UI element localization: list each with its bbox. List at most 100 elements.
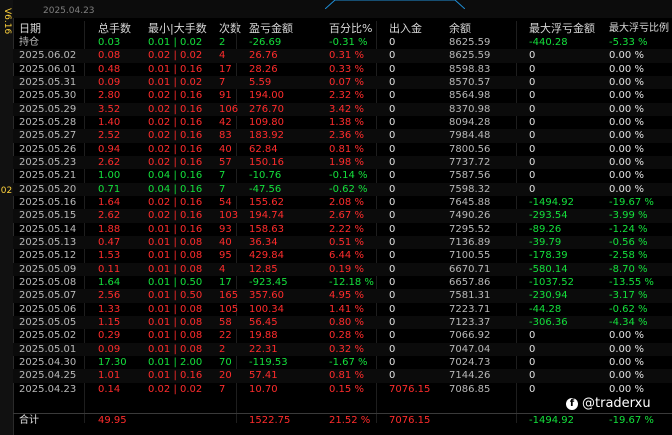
header-cash-flow: 出入金 — [389, 22, 422, 35]
cell-balance: 8570.57 — [449, 76, 491, 88]
cell-max-drawdown-pct: 0.00 % — [609, 170, 644, 182]
cell-total-lots: 2.52 — [98, 130, 121, 142]
cell-min-max-lots: 0.02 | 0.16 — [148, 116, 203, 128]
cell-count: 2 — [219, 343, 226, 355]
cell-percent: 0.07 % — [329, 76, 364, 88]
cell-percent: -1.67 % — [329, 356, 368, 368]
cell-pnl: 183.92 — [249, 130, 284, 142]
cell-total-lots: 2.62 — [98, 210, 121, 222]
cell-pnl: -10.76 — [249, 170, 282, 182]
cell-max-drawdown-pct: 0.00 % — [609, 76, 644, 88]
cell-balance: 7490.26 — [449, 210, 491, 222]
cell-count: 7 — [219, 76, 226, 88]
cell-max-drawdown-pct: 0.00 % — [609, 156, 644, 168]
cell-max-drawdown: 0 — [529, 76, 536, 88]
cell-balance: 8370.98 — [449, 103, 491, 115]
hexagon-outline-icon — [325, 0, 465, 9]
cell-percent: 0.81 % — [329, 370, 364, 382]
cell-cash-flow: 0 — [389, 116, 396, 128]
cell-max-drawdown-pct: 0.00 % — [609, 116, 644, 128]
cell-max-drawdown: 0 — [529, 90, 536, 102]
cell-date: 持仓 — [19, 37, 39, 48]
cell-max-drawdown-pct: 0.00 % — [609, 356, 644, 368]
cell-percent: 0.15 % — [329, 383, 364, 395]
cell-date: 2025.05.09 — [19, 263, 77, 275]
cell-balance: 7024.73 — [449, 356, 491, 368]
cell-pnl: 56.45 — [249, 316, 278, 328]
cell-percent: 0.31 % — [329, 50, 364, 62]
cell-total-lots: 2.80 — [98, 90, 121, 102]
cell-percent: 0.32 % — [329, 343, 364, 355]
cell-min-max-lots: 0.02 | 0.16 — [148, 143, 203, 155]
cell-date: 2025.05.29 — [19, 103, 77, 115]
cell-max-drawdown-pct: 0.00 % — [609, 383, 644, 395]
facebook-icon: f — [566, 397, 578, 410]
header-balance: 余额 — [449, 22, 471, 35]
cell-total-lots: 1.64 — [98, 196, 121, 208]
cell-max-drawdown: 0 — [529, 143, 536, 155]
cell-count: 57 — [219, 156, 232, 168]
table-row: 2025.05.07 2.56 0.01 | 0.50 165 357.60 4.95 %… — [13, 289, 672, 303]
cell-min-max-lots: 0.02 | 0.02 — [148, 50, 203, 62]
cell-max-drawdown: 0 — [529, 156, 536, 168]
cell-pnl: 62.84 — [249, 143, 278, 155]
cell-total-lots: 0.08 — [98, 50, 121, 62]
cell-max-drawdown-pct: 0.00 % — [609, 90, 644, 102]
watermark-text: @traderxu — [582, 396, 651, 411]
cell-count: 93 — [219, 223, 232, 235]
cell-cash-flow: 0 — [389, 156, 396, 168]
cell-total-lots: 3.52 — [98, 103, 121, 115]
cell-total-lots: 0.47 — [98, 236, 121, 248]
cell-max-drawdown-pct: 0.00 % — [609, 103, 644, 115]
table-row: 2025.05.05 1.15 0.01 | 0.08 58 56.45 0.80 % 0 7… — [13, 315, 672, 330]
cell-balance: 8564.98 — [449, 90, 491, 102]
top-date: 2025.04.23 — [43, 6, 95, 16]
cell-max-drawdown: -580.14 — [529, 263, 568, 275]
cell-cash-flow: 0 — [389, 316, 396, 328]
edge-number: 02 — [0, 186, 13, 196]
cell-date: 2025.05.27 — [19, 130, 77, 142]
total-label: 合计 — [19, 415, 39, 426]
cell-count: 7 — [219, 183, 226, 195]
cell-date: 2025.05.07 — [19, 290, 77, 302]
table-row: 2025.05.13 0.47 0.01 | 0.08 40 36.34 0.51 % 0 7… — [13, 235, 672, 250]
table-row: 2025.05.26 0.94 0.02 | 0.16 40 62.84 0.81 % 0 7… — [13, 143, 672, 156]
cell-balance: 7086.85 — [449, 383, 491, 395]
cell-cash-flow: 0 — [389, 63, 396, 75]
cell-max-drawdown: 0 — [529, 370, 536, 382]
cell-date: 2025.05.01 — [19, 343, 77, 355]
cell-total-lots: 0.11 — [98, 263, 121, 275]
cell-date: 2025.04.30 — [19, 356, 77, 368]
cell-balance: 7144.26 — [449, 370, 491, 382]
cell-total-lots: 0.48 — [98, 63, 121, 75]
cell-max-drawdown: 0 — [529, 130, 536, 142]
cell-date: 2025.05.31 — [19, 76, 77, 88]
cell-min-max-lots: 0.02 | 0.16 — [148, 90, 203, 102]
cell-max-drawdown: -1037.52 — [529, 276, 574, 288]
cell-total-lots: 2.62 — [98, 156, 121, 168]
cell-total-lots: 1.01 — [98, 370, 121, 382]
cell-balance: 7223.71 — [449, 303, 491, 315]
cell-balance: 7737.72 — [449, 156, 491, 168]
cell-cash-flow: 0 — [389, 50, 396, 62]
cell-date: 2025.04.23 — [19, 383, 77, 395]
cell-percent: 1.98 % — [329, 156, 364, 168]
cell-min-max-lots: 0.02 | 0.02 — [148, 383, 203, 395]
cell-percent: 0.80 % — [329, 316, 364, 328]
table-row: 2025.05.31 0.09 0.01 | 0.02 7 5.59 0.07 % 0 857… — [13, 75, 672, 90]
cell-min-max-lots: 0.01 | 0.02 — [148, 37, 203, 48]
cell-balance: 7295.52 — [449, 223, 491, 235]
cell-count: 165 — [219, 290, 239, 302]
cell-pnl: 28.26 — [249, 63, 278, 75]
cell-count: 91 — [219, 90, 232, 102]
cell-pnl: -26.69 — [249, 37, 282, 48]
cell-total-lots: 0.94 — [98, 143, 121, 155]
cell-max-drawdown: 0 — [529, 170, 536, 182]
cell-percent: 0.51 % — [329, 236, 364, 248]
cell-count: 54 — [219, 196, 232, 208]
cell-cash-flow: 0 — [389, 370, 396, 382]
cell-count: 17 — [219, 63, 232, 75]
cell-percent: 3.42 % — [329, 103, 364, 115]
cell-max-drawdown-pct: 0.00 % — [609, 330, 644, 342]
cell-pnl: 5.59 — [249, 76, 272, 88]
